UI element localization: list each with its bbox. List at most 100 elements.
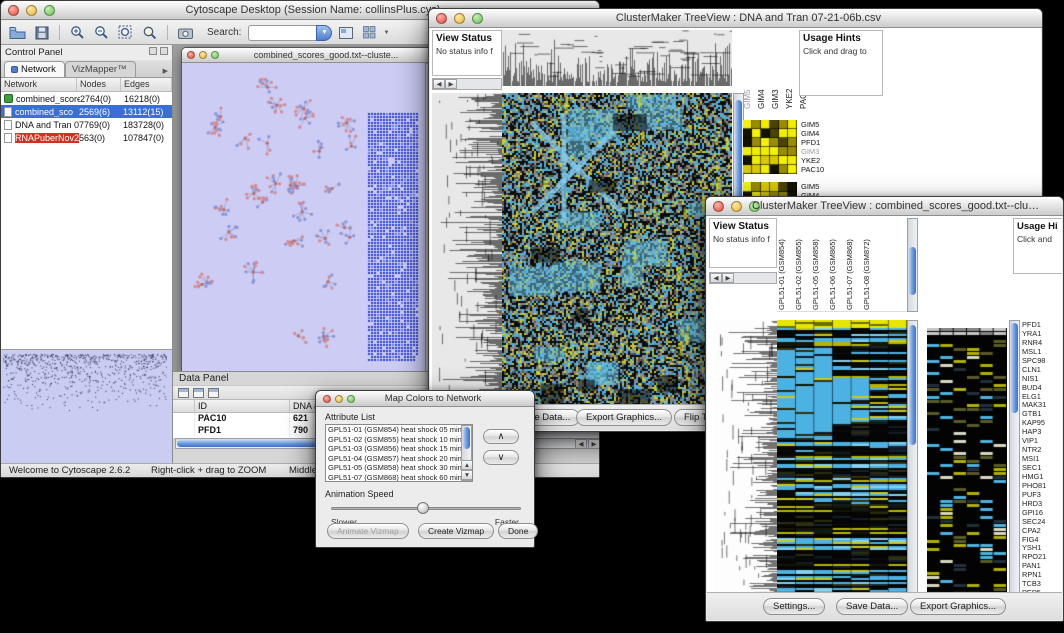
treeview1-titlebar[interactable]: ClusterMaker TreeView : DNA and Tran 07-… [429,9,1042,28]
attribute-list-item[interactable]: GPL51-02 (GSM855) heat shock 10 min [326,435,461,445]
gene-label[interactable]: NIS1 [1022,374,1062,383]
tv2-collabel-vscroll[interactable] [907,218,918,312]
tv2-secondary-heatmap[interactable] [927,328,1007,606]
scroll-right-icon[interactable]: ▶ [722,273,734,283]
gene-label[interactable]: ELG1 [1022,392,1062,401]
close-icon[interactable] [713,201,724,212]
float-panel-icon[interactable] [149,47,157,55]
attribute-list-item[interactable]: GPL51-05 (GSM858) heat shock 30 min [326,463,461,473]
gene-label[interactable]: KAP95 [1022,418,1062,427]
tv2-dendro-hscroll[interactable]: ◀ ▶ [709,272,777,284]
network-list-row[interactable]: combined_sco 2569(6) 13112(15) [1,105,172,118]
gene-label[interactable]: PFD1 [1022,320,1062,329]
tv1-column-dendrogram[interactable] [502,30,732,86]
gene-label[interactable]: FIG4 [1022,535,1062,544]
minimize-icon[interactable] [731,201,742,212]
create-vizmap-button[interactable]: Create Vizmap [418,523,494,539]
tv1-dendro-hscroll[interactable]: ◀ ▶ [432,78,502,90]
minimize-icon[interactable] [454,13,465,24]
save-icon[interactable] [31,23,52,43]
gene-label[interactable]: BUD4 [1022,383,1062,392]
attribute-select-icon[interactable] [178,388,189,398]
gene-label[interactable]: MSL1 [1022,347,1062,356]
scroll-left-icon[interactable]: ◀ [710,273,722,283]
gene-label[interactable]: GIM5 [801,120,871,129]
gene-label[interactable]: GTB1 [1022,409,1062,418]
tv2-genelist-vscroll-thumb[interactable] [1011,323,1018,413]
frame-zoom-icon[interactable] [211,51,219,59]
tv2-heatmap-vscroll[interactable] [907,320,918,606]
toolbar-caret-icon[interactable]: ▼ [383,30,389,36]
scroll-up-icon[interactable]: ▲ [461,460,473,470]
gene-label[interactable]: CPA2 [1022,526,1062,535]
open-icon[interactable] [7,23,28,43]
tv1-export-graphics-button[interactable]: Export Graphics... [576,409,672,426]
gene-label[interactable]: NTR2 [1022,445,1062,454]
overview-icon[interactable] [335,23,356,43]
network-list-row[interactable]: combined_scores 2764(0) 16218(0) [1,92,172,105]
gene-label[interactable]: MAK31 [1022,400,1062,409]
tv1-row-dendrogram[interactable] [432,93,502,405]
gene-label[interactable]: PUF3 [1022,490,1062,499]
gene-label[interactable]: GPI16 [1022,508,1062,517]
tv2-heatmap-vscroll-thumb[interactable] [909,325,916,445]
gene-label[interactable]: YSH1 [1022,543,1062,552]
scroll-left-icon[interactable]: ◀ [575,439,587,449]
row-icon-column[interactable] [173,400,195,412]
search-input[interactable] [248,25,316,41]
tv2-collabel-vscroll-thumb[interactable] [909,247,916,295]
close-icon[interactable] [436,13,447,24]
attribute-list-item[interactable]: GPL51-03 (GSM856) heat shock 15 min [326,444,461,454]
tv2-settings-button[interactable]: Settings... [763,598,825,615]
done-button[interactable]: Done [498,523,538,539]
tv2-genelist-vscroll[interactable] [1009,320,1020,606]
gene-label[interactable]: YKE2 [801,156,871,165]
network-frame-titlebar[interactable]: combined_scores_good.txt--cluste... [182,48,436,63]
tv1-correlation-matrix[interactable] [743,120,797,174]
frame-close-icon[interactable] [187,51,195,59]
scroll-right-icon[interactable]: ▶ [588,439,599,449]
close-panel-icon[interactable] [160,47,168,55]
search-combobox[interactable]: ▼ [248,25,332,41]
gene-label[interactable]: PAC10 [801,165,871,174]
gene-label[interactable]: RPO21 [1022,552,1062,561]
attribute-list-item[interactable]: GPL51-04 (GSM857) heat shock 20 min [326,454,461,464]
birdseye-canvas[interactable] [3,352,167,460]
attribute-list-item[interactable]: GPL51-07 (GSM868) heat shock 60 min [326,473,461,481]
attribute-listbox[interactable]: GPL51-01 (GSM854) heat shock 05 min GPL5… [325,424,473,482]
scroll-right-icon[interactable]: ▶ [445,79,457,89]
gene-label[interactable]: HAP3 [1022,427,1062,436]
move-down-button[interactable]: ∨ [483,450,519,465]
animate-vizmap-button[interactable]: Animate Vizmap [327,523,409,539]
tab-overflow-icon[interactable]: ▶ [163,67,172,77]
treeview2-titlebar[interactable]: ClusterMaker TreeView : combined_scores_… [706,197,1063,216]
gene-label[interactable]: RNR4 [1022,338,1062,347]
grid-icon[interactable] [359,23,380,43]
minimize-icon[interactable] [335,395,343,403]
tv1-heatmap[interactable] [502,93,732,405]
attribute-list-item[interactable]: GPL51-01 (GSM854) heat shock 05 min [326,425,461,435]
snapshot-icon[interactable] [175,23,196,43]
tv2-row-dendrogram[interactable] [714,320,777,606]
attribute-list-vscroll-thumb[interactable] [463,427,470,449]
attribute-create-icon[interactable] [193,388,204,398]
attribute-delete-icon[interactable] [208,388,219,398]
network-view[interactable] [182,63,436,372]
zoom-selected-icon[interactable] [139,23,160,43]
tab-network[interactable]: Network [4,61,65,77]
gene-label[interactable]: SEC1 [1022,463,1062,472]
network-list-row[interactable]: RNAPuberNov2 563(0) 107847(0) [1,131,172,144]
network-canvas[interactable] [182,63,425,372]
close-icon[interactable] [8,5,19,16]
minimize-icon[interactable] [26,5,37,16]
zoom-out-icon[interactable] [91,23,112,43]
birdseye-view[interactable] [1,349,172,463]
dialog-titlebar[interactable]: Map Colors to Network [316,391,534,407]
close-icon[interactable] [323,395,331,403]
tab-vizmapper[interactable]: VizMapper™ [65,61,136,77]
gene-label[interactable]: RPN1 [1022,570,1062,579]
gene-label[interactable]: PFD1 [801,138,871,147]
zoom-in-icon[interactable] [67,23,88,43]
gene-label[interactable]: PHO81 [1022,481,1062,490]
gene-label[interactable]: TCB3 [1022,579,1062,588]
